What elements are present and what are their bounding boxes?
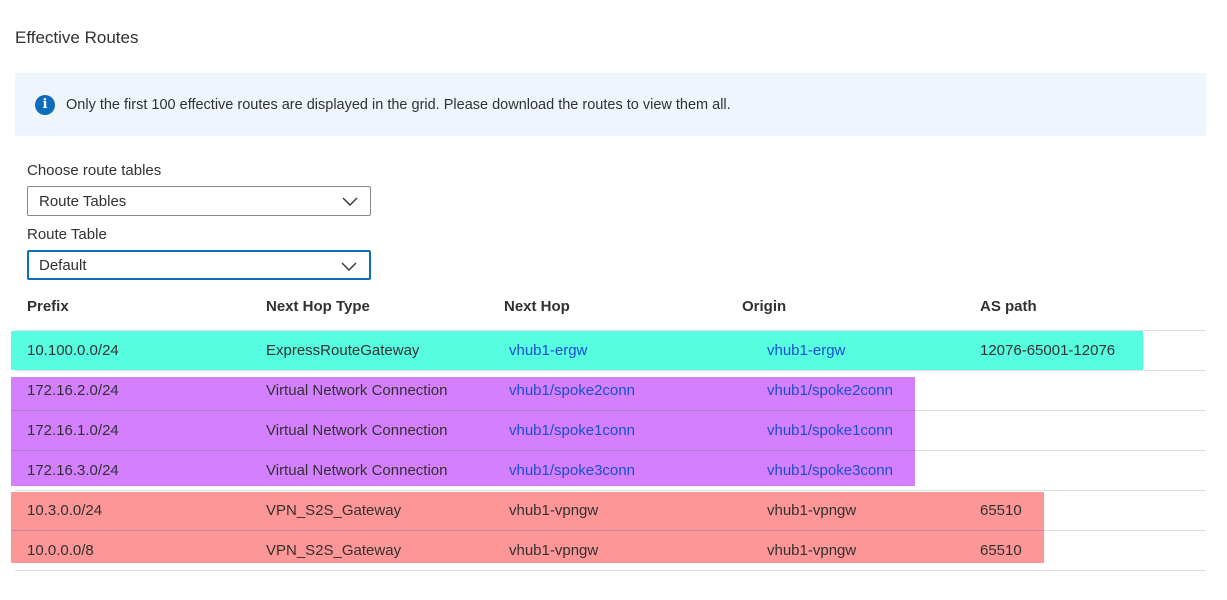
- column-header-next-hop[interactable]: Next Hop: [504, 298, 570, 315]
- row-divider: [15, 490, 1206, 491]
- cell-origin: vhub1-vpngw: [767, 502, 857, 519]
- info-banner: i Only the first 100 effective routes ar…: [15, 73, 1206, 136]
- route-table-value: Default: [39, 256, 87, 274]
- cell-prefix: 172.16.2.0/24: [27, 382, 119, 399]
- cell-next-hop-link[interactable]: vhub1/spoke2conn: [509, 382, 635, 399]
- cell-origin-link[interactable]: vhub1/spoke3conn: [767, 462, 893, 479]
- column-header-next-hop-type[interactable]: Next Hop Type: [266, 298, 370, 315]
- cell-origin: vhub1-vpngw: [767, 542, 857, 559]
- chevron-down-icon: [341, 262, 357, 271]
- row-divider: [15, 370, 1206, 371]
- cell-next-hop-link[interactable]: vhub1-ergw: [509, 342, 587, 359]
- route-table-label: Route Table: [27, 226, 107, 243]
- row-divider: [11, 410, 915, 411]
- column-header-prefix[interactable]: Prefix: [27, 298, 69, 315]
- row-divider: [15, 570, 1206, 571]
- cell-next-hop-link[interactable]: vhub1/spoke1conn: [509, 422, 635, 439]
- cell-next-hop-type: ExpressRouteGateway: [266, 342, 420, 359]
- route-tables-value: Route Tables: [39, 192, 127, 210]
- info-icon: i: [35, 94, 55, 115]
- cell-next-hop-type: Virtual Network Connection: [266, 422, 448, 439]
- column-header-as-path[interactable]: AS path: [980, 298, 1037, 315]
- cell-origin-link[interactable]: vhub1/spoke1conn: [767, 422, 893, 439]
- cell-next-hop-type: Virtual Network Connection: [266, 382, 448, 399]
- cell-prefix: 10.0.0.0/8: [27, 542, 94, 559]
- cell-prefix: 172.16.3.0/24: [27, 462, 119, 479]
- cell-next-hop-type: VPN_S2S_Gateway: [266, 502, 402, 519]
- cell-prefix: 10.100.0.0/24: [27, 342, 119, 359]
- cell-next-hop: vhub1-vpngw: [509, 502, 599, 519]
- page-title: Effective Routes: [15, 28, 139, 47]
- cell-origin-link[interactable]: vhub1/spoke2conn: [767, 382, 893, 399]
- route-tables-dropdown[interactable]: Route Tables: [27, 186, 371, 216]
- cell-origin-link[interactable]: vhub1-ergw: [767, 342, 845, 359]
- route-tables-label: Choose route tables: [27, 162, 162, 179]
- cell-prefix: 172.16.1.0/24: [27, 422, 119, 439]
- cell-prefix: 10.3.0.0/24: [27, 502, 103, 519]
- cell-next-hop: vhub1-vpngw: [509, 542, 599, 559]
- chevron-down-icon: [342, 197, 358, 206]
- info-message: Only the first 100 effective routes are …: [66, 96, 731, 113]
- row-divider: [11, 530, 1044, 531]
- cell-next-hop-type: Virtual Network Connection: [266, 462, 448, 479]
- cell-as-path: 65510: [980, 542, 1022, 559]
- route-table-dropdown[interactable]: Default: [27, 250, 371, 280]
- cell-as-path: 12076-65001-12076: [980, 342, 1116, 359]
- row-divider: [11, 450, 915, 451]
- cell-next-hop-link[interactable]: vhub1/spoke3conn: [509, 462, 635, 479]
- cell-as-path: 65510: [980, 502, 1022, 519]
- cell-next-hop-type: VPN_S2S_Gateway: [266, 542, 402, 559]
- column-header-origin[interactable]: Origin: [742, 298, 786, 315]
